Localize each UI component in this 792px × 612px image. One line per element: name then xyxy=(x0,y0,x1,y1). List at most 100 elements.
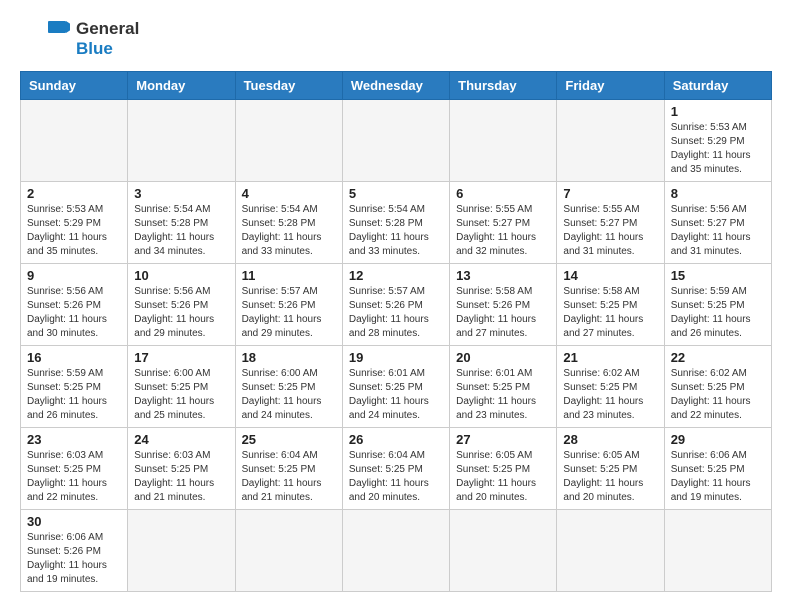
calendar-header-row: SundayMondayTuesdayWednesdayThursdayFrid… xyxy=(21,72,772,100)
day-info: Sunrise: 5:56 AM Sunset: 5:26 PM Dayligh… xyxy=(27,285,121,341)
calendar-week-row: 2Sunrise: 5:53 AM Sunset: 5:29 PM Daylig… xyxy=(21,182,772,264)
day-info: Sunrise: 6:03 AM Sunset: 5:25 PM Dayligh… xyxy=(134,449,228,505)
calendar-day-cell: 2Sunrise: 5:53 AM Sunset: 5:29 PM Daylig… xyxy=(21,182,128,264)
day-info: Sunrise: 6:04 AM Sunset: 5:25 PM Dayligh… xyxy=(349,449,443,505)
calendar-day-cell: 11 Sunrise: 5:57 AM Sunset: 5:26 PM Dayli… xyxy=(235,264,342,346)
day-number: 19 xyxy=(349,350,443,365)
day-number: 22 xyxy=(671,350,765,365)
day-info: Sunrise: 6:02 AM Sunset: 5:25 PM Dayligh… xyxy=(563,367,657,423)
calendar-day-cell xyxy=(21,100,128,182)
day-info: Sunrise: 5:59 AM Sunset: 5:25 PM Dayligh… xyxy=(671,285,765,341)
day-number: 16 xyxy=(27,350,121,365)
day-number: 26 xyxy=(349,432,443,447)
day-number: 24 xyxy=(134,432,228,447)
calendar-day-cell: 5 Sunrise: 5:54 AM Sunset: 5:28 PM Daylig… xyxy=(342,182,449,264)
calendar-day-cell: 27 Sunrise: 6:05 AM Sunset: 5:25 PM Dayli… xyxy=(450,428,557,510)
calendar-day-cell: 29 Sunrise: 6:06 AM Sunset: 5:25 PM Dayli… xyxy=(664,428,771,510)
calendar-day-cell: 12Sunrise: 5:57 AM Sunset: 5:26 PM Dayli… xyxy=(342,264,449,346)
day-number: 12 xyxy=(349,268,443,283)
calendar-header-tuesday: Tuesday xyxy=(235,72,342,100)
calendar-week-row: 23Sunrise: 6:03 AM Sunset: 5:25 PM Dayli… xyxy=(21,428,772,510)
calendar-day-cell xyxy=(664,510,771,592)
day-info: Sunrise: 5:58 AM Sunset: 5:25 PM Dayligh… xyxy=(563,285,657,341)
day-number: 9 xyxy=(27,268,121,283)
calendar-header-sunday: Sunday xyxy=(21,72,128,100)
calendar-day-cell: 7 Sunrise: 5:55 AM Sunset: 5:27 PM Daylig… xyxy=(557,182,664,264)
day-number: 7 xyxy=(563,186,657,201)
calendar-day-cell xyxy=(557,100,664,182)
calendar-day-cell: 3 Sunrise: 5:54 AM Sunset: 5:28 PM Daylig… xyxy=(128,182,235,264)
day-number: 13 xyxy=(456,268,550,283)
calendar-day-cell: 19 Sunrise: 6:01 AM Sunset: 5:25 PM Dayli… xyxy=(342,346,449,428)
calendar-day-cell: 15 Sunrise: 5:59 AM Sunset: 5:25 PM Dayli… xyxy=(664,264,771,346)
calendar-day-cell xyxy=(450,100,557,182)
day-number: 30 xyxy=(27,514,121,529)
day-info: Sunrise: 6:01 AM Sunset: 5:25 PM Dayligh… xyxy=(349,367,443,423)
day-number: 27 xyxy=(456,432,550,447)
calendar-day-cell: 6 Sunrise: 5:55 AM Sunset: 5:27 PM Daylig… xyxy=(450,182,557,264)
day-number: 1 xyxy=(671,104,765,119)
page-header: General Blue xyxy=(20,16,772,61)
day-number: 28 xyxy=(563,432,657,447)
day-number: 5 xyxy=(349,186,443,201)
calendar-day-cell xyxy=(235,510,342,592)
calendar-week-row: 9 Sunrise: 5:56 AM Sunset: 5:26 PM Daylig… xyxy=(21,264,772,346)
calendar-day-cell: 25 Sunrise: 6:04 AM Sunset: 5:25 PM Dayli… xyxy=(235,428,342,510)
calendar-day-cell: 9 Sunrise: 5:56 AM Sunset: 5:26 PM Daylig… xyxy=(21,264,128,346)
day-number: 29 xyxy=(671,432,765,447)
calendar-header-monday: Monday xyxy=(128,72,235,100)
calendar-day-cell: 17Sunrise: 6:00 AM Sunset: 5:25 PM Dayli… xyxy=(128,346,235,428)
day-info: Sunrise: 6:02 AM Sunset: 5:25 PM Dayligh… xyxy=(671,367,765,423)
calendar-day-cell: 28Sunrise: 6:05 AM Sunset: 5:25 PM Dayli… xyxy=(557,428,664,510)
calendar-day-cell: 8Sunrise: 5:56 AM Sunset: 5:27 PM Daylig… xyxy=(664,182,771,264)
day-info: Sunrise: 5:54 AM Sunset: 5:28 PM Dayligh… xyxy=(134,203,228,259)
day-info: Sunrise: 6:04 AM Sunset: 5:25 PM Dayligh… xyxy=(242,449,336,505)
day-info: Sunrise: 5:55 AM Sunset: 5:27 PM Dayligh… xyxy=(563,203,657,259)
day-info: Sunrise: 6:01 AM Sunset: 5:25 PM Dayligh… xyxy=(456,367,550,423)
calendar-day-cell: 24 Sunrise: 6:03 AM Sunset: 5:25 PM Dayli… xyxy=(128,428,235,510)
calendar-day-cell xyxy=(128,100,235,182)
calendar-table: SundayMondayTuesdayWednesdayThursdayFrid… xyxy=(20,71,772,592)
calendar-week-row: 1 Sunrise: 5:53 AM Sunset: 5:29 PM Daylig… xyxy=(21,100,772,182)
calendar-day-cell: 18Sunrise: 6:00 AM Sunset: 5:25 PM Dayli… xyxy=(235,346,342,428)
day-info: Sunrise: 5:57 AM Sunset: 5:26 PM Dayligh… xyxy=(242,285,336,341)
day-number: 4 xyxy=(242,186,336,201)
calendar-day-cell xyxy=(342,100,449,182)
day-number: 11 xyxy=(242,268,336,283)
day-number: 17 xyxy=(134,350,228,365)
calendar-day-cell: 16Sunrise: 5:59 AM Sunset: 5:25 PM Dayli… xyxy=(21,346,128,428)
calendar-day-cell: 4 Sunrise: 5:54 AM Sunset: 5:28 PM Daylig… xyxy=(235,182,342,264)
calendar-day-cell xyxy=(235,100,342,182)
calendar-header-friday: Friday xyxy=(557,72,664,100)
calendar-week-row: 30Sunrise: 6:06 AM Sunset: 5:26 PM Dayli… xyxy=(21,510,772,592)
calendar-day-cell: 1 Sunrise: 5:53 AM Sunset: 5:29 PM Daylig… xyxy=(664,100,771,182)
day-number: 25 xyxy=(242,432,336,447)
day-number: 3 xyxy=(134,186,228,201)
day-number: 6 xyxy=(456,186,550,201)
calendar-day-cell xyxy=(342,510,449,592)
day-info: Sunrise: 5:54 AM Sunset: 5:28 PM Dayligh… xyxy=(349,203,443,259)
day-info: Sunrise: 5:55 AM Sunset: 5:27 PM Dayligh… xyxy=(456,203,550,259)
day-number: 15 xyxy=(671,268,765,283)
calendar-week-row: 16Sunrise: 5:59 AM Sunset: 5:25 PM Dayli… xyxy=(21,346,772,428)
day-info: Sunrise: 5:58 AM Sunset: 5:26 PM Dayligh… xyxy=(456,285,550,341)
calendar-day-cell: 14Sunrise: 5:58 AM Sunset: 5:25 PM Dayli… xyxy=(557,264,664,346)
day-info: Sunrise: 5:53 AM Sunset: 5:29 PM Dayligh… xyxy=(671,121,765,177)
day-info: Sunrise: 5:54 AM Sunset: 5:28 PM Dayligh… xyxy=(242,203,336,259)
day-info: Sunrise: 6:06 AM Sunset: 5:25 PM Dayligh… xyxy=(671,449,765,505)
day-info: Sunrise: 6:05 AM Sunset: 5:25 PM Dayligh… xyxy=(456,449,550,505)
day-info: Sunrise: 5:56 AM Sunset: 5:27 PM Dayligh… xyxy=(671,203,765,259)
calendar-day-cell: 20Sunrise: 6:01 AM Sunset: 5:25 PM Dayli… xyxy=(450,346,557,428)
day-info: Sunrise: 6:00 AM Sunset: 5:25 PM Dayligh… xyxy=(242,367,336,423)
logo-blue-text: Blue xyxy=(76,39,139,59)
day-number: 21 xyxy=(563,350,657,365)
calendar-day-cell: 23Sunrise: 6:03 AM Sunset: 5:25 PM Dayli… xyxy=(21,428,128,510)
calendar-day-cell: 30Sunrise: 6:06 AM Sunset: 5:26 PM Dayli… xyxy=(21,510,128,592)
calendar-day-cell: 10Sunrise: 5:56 AM Sunset: 5:26 PM Dayli… xyxy=(128,264,235,346)
logo-area: General Blue xyxy=(20,16,139,61)
calendar-day-cell: 26 Sunrise: 6:04 AM Sunset: 5:25 PM Dayli… xyxy=(342,428,449,510)
calendar-header-saturday: Saturday xyxy=(664,72,771,100)
calendar-day-cell xyxy=(557,510,664,592)
day-info: Sunrise: 5:53 AM Sunset: 5:29 PM Dayligh… xyxy=(27,203,121,259)
calendar-day-cell xyxy=(450,510,557,592)
